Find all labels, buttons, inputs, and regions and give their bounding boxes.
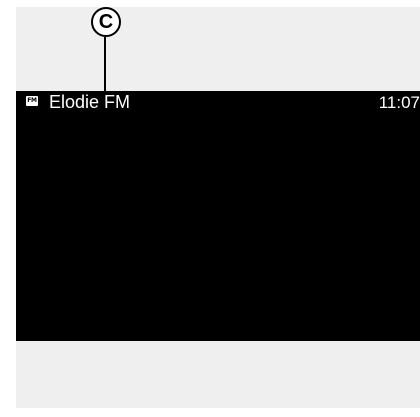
- fm-band-icon: FM: [26, 96, 38, 106]
- callout-marker: C: [91, 7, 121, 37]
- clock-time: 11:07: [378, 93, 420, 112]
- station-name: Elodie FM: [49, 92, 131, 112]
- radio-screen: FM Elodie FM 11:07: [16, 91, 420, 341]
- callout-leader-line: [104, 37, 106, 95]
